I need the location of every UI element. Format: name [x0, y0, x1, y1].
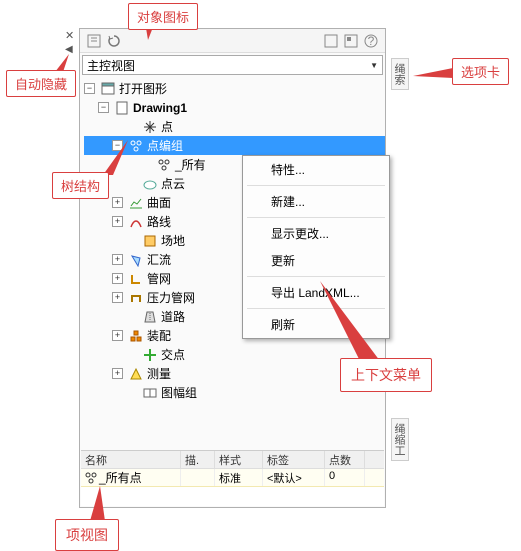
tree-label: 点编组 — [147, 137, 183, 154]
view-dropdown[interactable]: 主控视图 ▼ — [82, 55, 383, 75]
toolbar-icon-3[interactable] — [323, 33, 339, 49]
tree-label: 路线 — [147, 213, 171, 230]
callout-tab: 选项卡 — [452, 58, 509, 85]
menu-properties[interactable]: 特性... — [243, 156, 389, 183]
tree-drawing[interactable]: − Drawing1 — [84, 98, 385, 117]
tree-label: 点 — [161, 118, 173, 135]
collapse-icon[interactable]: − — [98, 102, 109, 113]
tree-label: 曲面 — [147, 194, 171, 211]
tree-label: 场地 — [161, 232, 185, 249]
tree-label: 汇流 — [147, 251, 171, 268]
cell-style: 标准 — [215, 469, 263, 486]
tree-node-point-group[interactable]: − 点编组 — [84, 136, 385, 155]
tree-label: 图幅组 — [161, 384, 197, 401]
alignment-icon — [128, 214, 144, 230]
tree-label: _所有 — [175, 156, 206, 173]
drawing-icon — [114, 100, 130, 116]
drawings-icon — [100, 81, 116, 97]
svg-text:?: ? — [368, 34, 375, 48]
assembly-icon — [128, 328, 144, 344]
col-name[interactable]: 名称 — [81, 451, 181, 468]
chevron-down-icon: ▼ — [370, 61, 378, 70]
survey-icon — [128, 366, 144, 382]
corridor-icon — [142, 309, 158, 325]
tree-label: 管网 — [147, 270, 171, 287]
callout-arrow — [85, 486, 110, 521]
refresh-icon[interactable] — [106, 33, 122, 49]
tree-label: 点云 — [161, 175, 185, 192]
toolbar: ? — [80, 29, 385, 53]
help-icon[interactable]: ? — [363, 33, 379, 49]
cloud-icon — [142, 176, 158, 192]
callout-arrow — [413, 68, 453, 83]
cell-desc — [181, 469, 215, 486]
expand-icon[interactable]: + — [112, 368, 123, 379]
tree-node-point[interactable]: 点 — [84, 117, 385, 136]
expand-icon[interactable]: + — [112, 216, 123, 227]
menu-separator — [247, 276, 385, 277]
close-icon[interactable]: ✕ — [65, 29, 74, 42]
callout-item-view: 项视图 — [55, 519, 119, 551]
expand-icon[interactable]: + — [112, 330, 123, 341]
callout-arrow — [103, 140, 128, 175]
menu-new[interactable]: 新建... — [243, 188, 389, 215]
menu-separator — [247, 217, 385, 218]
callout-auto-hide: 自动隐藏 — [6, 70, 76, 97]
callout-tree-structure: 树结构 — [52, 172, 109, 199]
tree-label: 道路 — [161, 308, 185, 325]
col-label[interactable]: 标签 — [263, 451, 325, 468]
tree-label: 压力管网 — [147, 289, 195, 306]
pipe-icon — [128, 271, 144, 287]
side-tab-1[interactable]: 绳索 — [391, 58, 409, 90]
collapse-icon[interactable]: − — [84, 83, 95, 94]
point-icon — [142, 119, 158, 135]
tree-root[interactable]: − 打开图形 — [84, 79, 385, 98]
catchment-icon — [128, 252, 144, 268]
col-desc[interactable]: 描. — [181, 451, 215, 468]
pressure-pipe-icon — [128, 290, 144, 306]
callout-context-menu: 上下文菜单 — [340, 358, 432, 392]
tree-label: 交点 — [161, 346, 185, 363]
menu-show-changes[interactable]: 显示更改... — [243, 220, 389, 247]
callout-object-icon: 对象图标 — [128, 3, 198, 30]
tree-label: 装配 — [147, 327, 171, 344]
cell-label: <默认> — [263, 469, 325, 486]
tree-label: 测量 — [147, 365, 171, 382]
dropdown-selected: 主控视图 — [87, 57, 370, 74]
cell-name: _所有点 — [99, 469, 142, 486]
expand-icon[interactable]: + — [112, 254, 123, 265]
intersection-icon — [142, 347, 158, 363]
grid-row[interactable]: _所有点 标准 <默认> 0 — [81, 469, 384, 487]
expand-icon[interactable]: + — [112, 273, 123, 284]
menu-separator — [247, 185, 385, 186]
cell-pts: 0 — [325, 469, 365, 486]
grid-header: 名称 描. 样式 标签 点数 — [81, 451, 384, 469]
callout-arrow — [320, 281, 380, 361]
side-tab-2[interactable]: 绳缩工 — [391, 418, 409, 461]
point-group-item-icon — [85, 472, 97, 484]
col-style[interactable]: 样式 — [215, 451, 263, 468]
point-group-icon — [128, 138, 144, 154]
tree-label: 打开图形 — [119, 80, 167, 97]
expand-icon[interactable]: + — [112, 292, 123, 303]
viewframe-icon — [142, 385, 158, 401]
surface-icon — [128, 195, 144, 211]
tree-label: Drawing1 — [133, 101, 187, 115]
toolbar-icon-1[interactable] — [86, 33, 102, 49]
menu-update[interactable]: 更新 — [243, 247, 389, 274]
point-group-item-icon — [156, 157, 172, 173]
expand-icon[interactable]: + — [112, 197, 123, 208]
site-icon — [142, 233, 158, 249]
item-view-grid: 名称 描. 样式 标签 点数 _所有点 标准 <默认> 0 — [81, 450, 384, 506]
col-pts[interactable]: 点数 — [325, 451, 365, 468]
toolbar-icon-4[interactable] — [343, 33, 359, 49]
